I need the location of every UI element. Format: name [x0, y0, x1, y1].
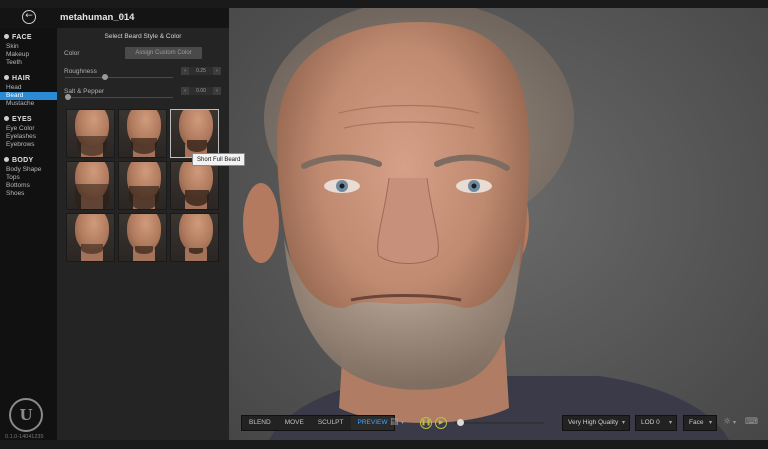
sidebar-item-eyelashes[interactable]: Eyelashes: [0, 133, 57, 141]
beard-style-thumbnail[interactable]: [66, 213, 115, 262]
face-icon: [4, 34, 9, 39]
sidebar-item-skin[interactable]: Skin: [0, 43, 57, 51]
sidebar-item-eye-color[interactable]: Eye Color: [0, 125, 57, 133]
version-label: 0.1.0-14041235: [5, 434, 44, 440]
roughness-slider-track[interactable]: [65, 77, 173, 78]
beard-style-thumbnail[interactable]: [118, 213, 167, 262]
play-icon[interactable]: ▶: [435, 417, 447, 429]
character-render: [243, 8, 729, 440]
mode-selector: BLEND MOVE SCULPT PREVIEW: [241, 415, 396, 431]
chevron-down-icon: ▾: [621, 419, 625, 426]
mode-move-button[interactable]: MOVE: [278, 416, 311, 430]
roughness-stepper[interactable]: ‹ 0.25 ›: [181, 67, 221, 75]
color-label: Color: [64, 50, 80, 57]
chevron-down-icon: ▾: [708, 419, 712, 426]
sidebar-item-eyebrows[interactable]: Eyebrows: [0, 141, 57, 149]
salt-pepper-value[interactable]: 0.00: [189, 87, 213, 95]
metahuman-creator-window: ← metahuman_014 ✎ FACE Skin Makeup Teeth…: [0, 0, 768, 449]
camera-dropdown[interactable]: Face ▾: [683, 415, 717, 431]
pencil-icon[interactable]: ✎: [119, 12, 126, 21]
sidebar-item-bottoms[interactable]: Bottoms: [0, 182, 57, 190]
assign-custom-color-button[interactable]: Assign Custom Color: [125, 47, 202, 59]
mode-sculpt-button[interactable]: SCULPT: [311, 416, 351, 430]
sidebar-section-hair[interactable]: HAIR: [4, 75, 30, 82]
quality-dropdown[interactable]: Very High Quality ▾: [562, 415, 630, 431]
salt-pepper-slider-handle[interactable]: [65, 94, 71, 100]
eyes-icon: [4, 116, 9, 121]
sidebar-item-makeup[interactable]: Makeup: [0, 51, 57, 59]
mode-blend-button[interactable]: BLEND: [242, 416, 278, 430]
beard-style-thumbnail[interactable]: [118, 109, 167, 158]
arrow-left-icon[interactable]: ←: [22, 10, 36, 24]
beard-panel: Select Beard Style & Color Color Assign …: [57, 28, 229, 440]
panel-title: Select Beard Style & Color: [104, 33, 182, 40]
beard-style-thumbnail[interactable]: [170, 213, 219, 262]
roughness-label: Roughness: [64, 68, 97, 75]
chevron-down-icon[interactable]: ▾: [733, 419, 736, 426]
pause-icon[interactable]: ❚❚: [420, 417, 432, 429]
decrement-icon[interactable]: ‹: [181, 87, 189, 95]
character-viewport[interactable]: [229, 8, 768, 440]
sidebar-section-eyes[interactable]: EYES: [4, 116, 32, 123]
sidebar-item-beard[interactable]: Beard: [0, 92, 57, 100]
sidebar: FACE Skin Makeup Teeth HAIR Head Beard M…: [0, 28, 57, 440]
beard-style-thumbnail[interactable]: [118, 161, 167, 210]
hair-icon: [4, 75, 9, 80]
beard-style-thumbnail[interactable]: [170, 109, 219, 158]
decrement-icon[interactable]: ‹: [181, 67, 189, 75]
sidebar-item-mustache[interactable]: Mustache: [0, 100, 57, 108]
lighting-icon[interactable]: ☼: [723, 417, 731, 427]
chevron-down-icon: ▾: [668, 419, 672, 426]
beard-style-tooltip: Short Full Beard: [192, 153, 246, 166]
unreal-engine-logo: U: [9, 398, 43, 432]
salt-pepper-stepper[interactable]: ‹ 0.00 ›: [181, 87, 221, 95]
increment-icon[interactable]: ›: [213, 87, 221, 95]
mode-preview-button[interactable]: PREVIEW: [350, 416, 395, 430]
sidebar-section-body[interactable]: BODY: [4, 157, 33, 164]
beard-style-thumbnail[interactable]: [170, 161, 219, 210]
sidebar-item-body-shape[interactable]: Body Shape: [0, 166, 57, 174]
timeline-track[interactable]: [454, 422, 544, 424]
sidebar-section-face[interactable]: FACE: [4, 34, 32, 41]
sidebar-item-teeth[interactable]: Teeth: [0, 59, 57, 67]
keyboard-icon[interactable]: ⌨: [745, 417, 758, 427]
body-icon: [4, 157, 9, 162]
roughness-value[interactable]: 0.25: [189, 67, 213, 75]
beard-style-thumbnail[interactable]: [66, 161, 115, 210]
sidebar-item-tops[interactable]: Tops: [0, 174, 57, 182]
chevron-down-icon[interactable]: ▾: [401, 419, 404, 426]
timeline-scrubber[interactable]: [457, 419, 464, 426]
beard-style-thumbnail[interactable]: [66, 109, 115, 158]
roughness-slider-handle[interactable]: [102, 74, 108, 80]
lod-dropdown[interactable]: LOD 0 ▾: [635, 415, 677, 431]
increment-icon[interactable]: ›: [213, 67, 221, 75]
sidebar-item-shoes[interactable]: Shoes: [0, 190, 57, 198]
viewport-toolbar: BLEND MOVE SCULPT PREVIEW ▤ ▾ ❚❚ ▶ Very …: [237, 412, 768, 434]
sidebar-item-head[interactable]: Head: [0, 84, 57, 92]
salt-pepper-slider-track[interactable]: [65, 97, 173, 98]
film-icon[interactable]: ▤: [390, 417, 399, 427]
